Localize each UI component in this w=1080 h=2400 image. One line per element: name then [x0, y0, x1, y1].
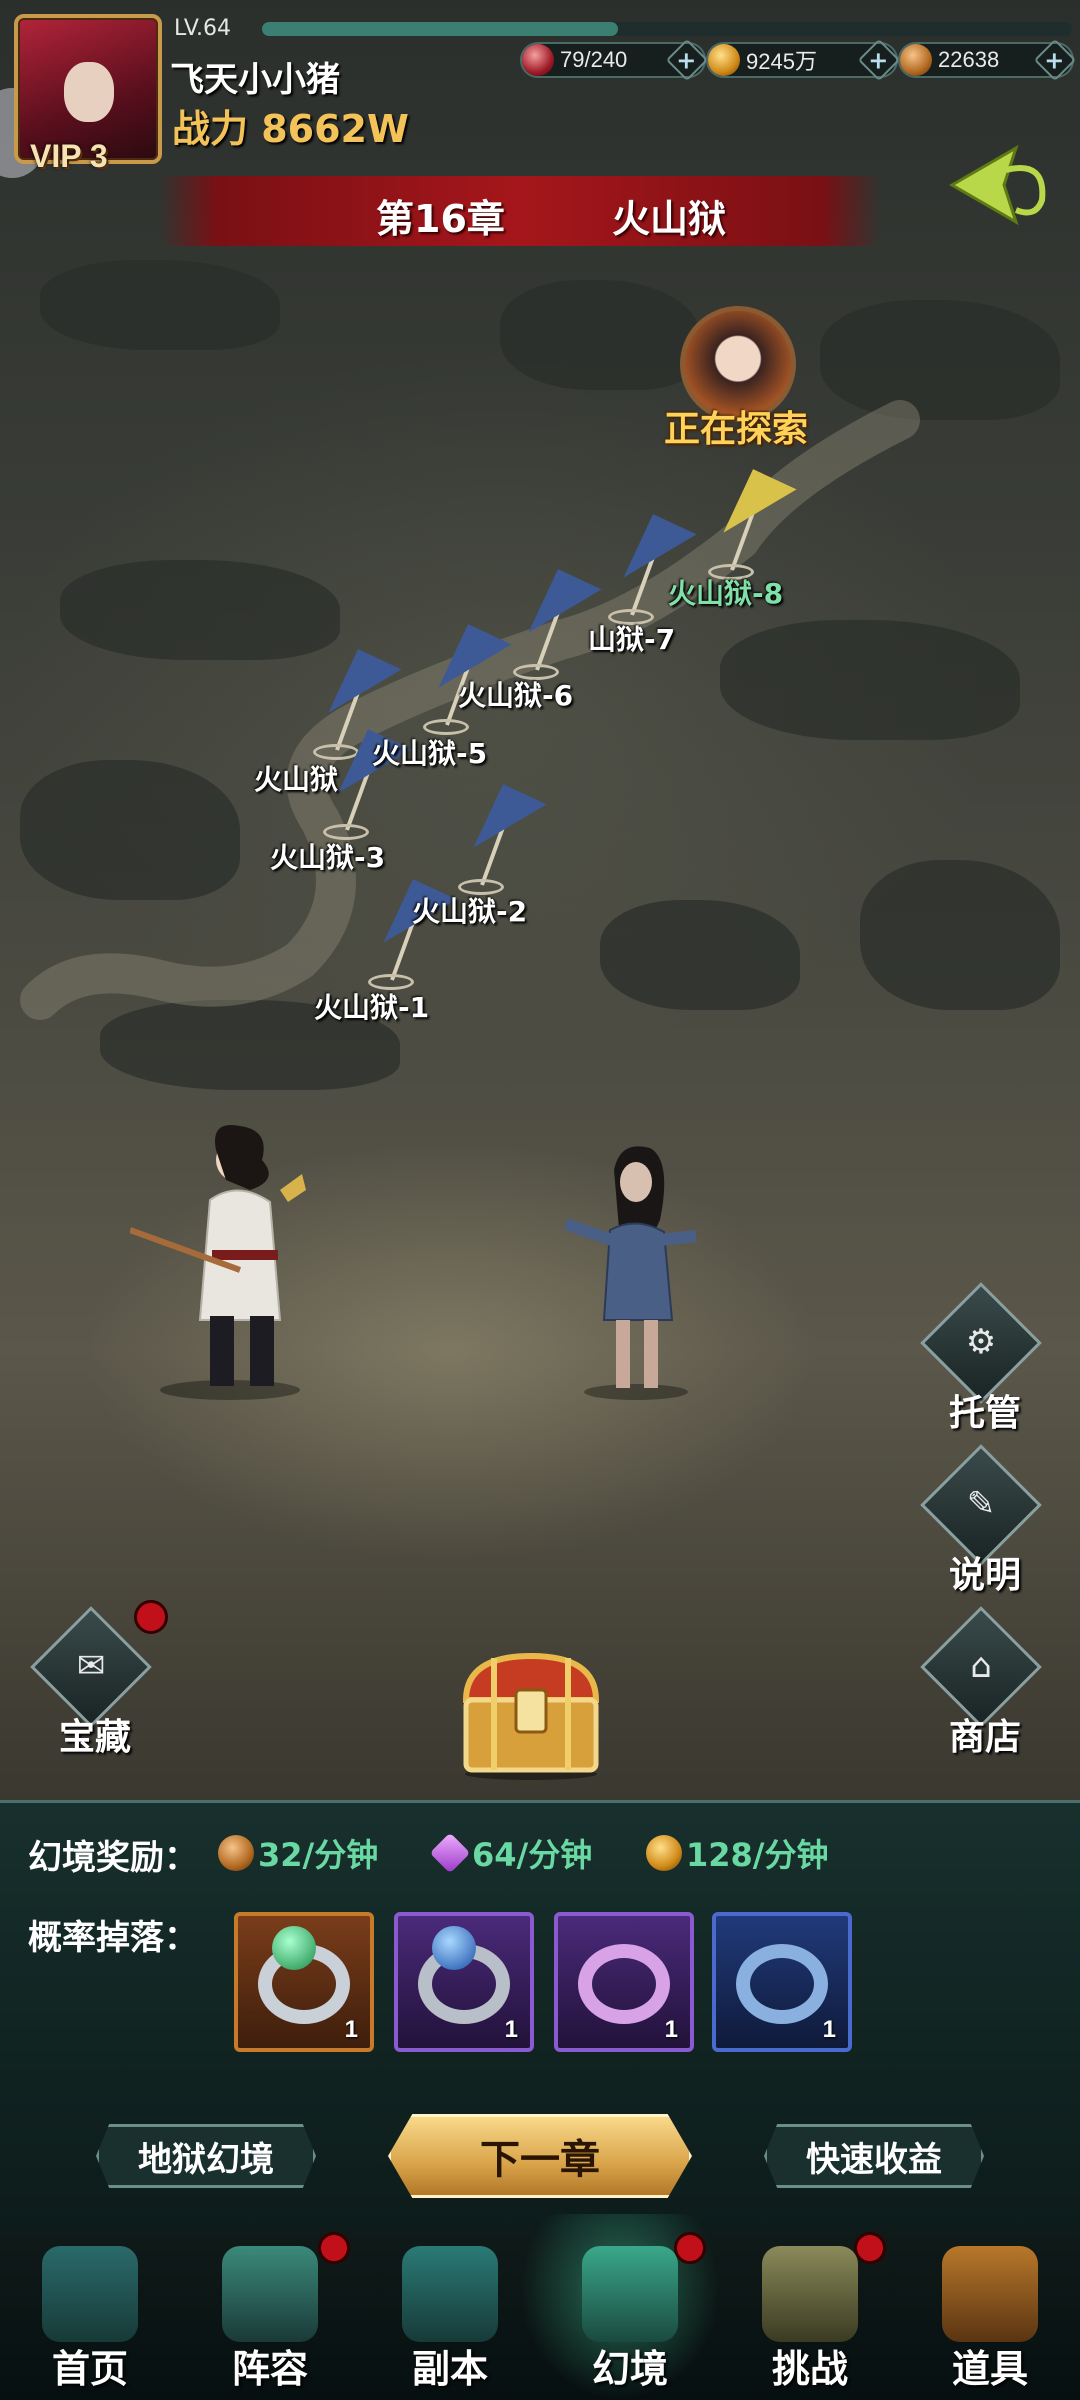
nav-items[interactable]: 道具: [900, 2230, 1080, 2400]
vip-badge: VIP 3: [30, 138, 108, 174]
drop-item-jade-ring[interactable]: 1: [234, 1912, 374, 2052]
stage-label-6[interactable]: 火山狱-6: [458, 674, 573, 714]
nav-dungeon-label: 副本: [411, 2347, 488, 2391]
stamina-icon: [522, 44, 554, 76]
stage-label-8[interactable]: 火山狱-8: [668, 572, 783, 612]
stage-label-1[interactable]: 火山狱-1: [314, 986, 429, 1026]
gold-rate-value: 128/分钟: [686, 1836, 829, 1874]
copper-rate: 32/分钟: [218, 1830, 378, 1876]
treasure-label: 宝藏: [58, 1717, 131, 1758]
item-count: 1: [504, 2016, 518, 2043]
enemy-character: [564, 1146, 697, 1400]
drop-label: 概率掉落：: [28, 1918, 198, 1958]
info-label: 说明: [948, 1555, 1021, 1596]
info-button[interactable]: ✎ 说明: [920, 1444, 1050, 1612]
nav-lineup-dot: [318, 2232, 350, 2264]
combat-power: 战力 8662W: [172, 107, 409, 151]
shop-stall-icon: ⌂: [970, 1646, 992, 1686]
nav-illusion-dot: [674, 2232, 706, 2264]
nav-challenge-label: 挑战: [771, 2347, 848, 2391]
exploring-status: 正在探索: [664, 409, 809, 450]
xp-bar: [262, 22, 1072, 36]
copper-counter: 22638 +: [898, 38, 1077, 82]
stage-label-3[interactable]: 火山狱-3: [270, 836, 385, 876]
crystal-rate: 64/分钟: [429, 1830, 593, 1876]
pavilion-icon: [42, 2246, 138, 2342]
nav-home-label: 首页: [51, 2347, 128, 2391]
shop-button[interactable]: ⌂ 商店: [920, 1606, 1050, 1774]
item-count: 1: [822, 2016, 836, 2043]
copper-value: 22638: [938, 47, 1000, 72]
treasure-chest-icon[interactable]: [454, 1650, 608, 1780]
auto-battle-button[interactable]: ⚙ 托管: [920, 1282, 1050, 1450]
stage-label-5[interactable]: 火山狱-5: [372, 732, 487, 772]
avatar-face: [64, 62, 114, 122]
treasure-notification-dot: [134, 1600, 168, 1634]
drop-item-sapphire-ring[interactable]: 1: [394, 1912, 534, 2052]
treasure-map-icon: ✉: [76, 1646, 106, 1686]
player-level: LV.64: [174, 16, 232, 41]
purple-crystal-icon: [429, 1832, 471, 1874]
stamina-value: 79/240: [560, 47, 628, 72]
reward-label: 幻境奖励：: [28, 1838, 198, 1878]
next-chapter-button[interactable]: 下一章: [388, 2114, 692, 2198]
shop-label: 商店: [948, 1717, 1021, 1758]
copper-rate-value: 32/分钟: [258, 1836, 379, 1874]
gold-counter: 9245万 +: [706, 38, 901, 82]
notebook-icon: ✎: [966, 1484, 996, 1524]
book-icon: [222, 2246, 318, 2342]
map-scene: [0, 0, 1080, 1800]
nav-illusion-label: 幻境: [591, 2347, 668, 2391]
nav-lineup-label: 阵容: [231, 2347, 308, 2391]
nav-home[interactable]: 首页: [0, 2230, 180, 2400]
hero-character: [130, 1125, 306, 1400]
xp-bar-fill: [262, 22, 619, 36]
nav-illusion[interactable]: 幻境: [540, 2230, 720, 2400]
crystal-rate-value: 64/分钟: [472, 1836, 593, 1874]
stage-label-4[interactable]: 火山狱: [254, 758, 338, 798]
gold-coin-icon: [708, 44, 740, 76]
scroll-icon: [762, 2246, 858, 2342]
gold-value: 9245万: [746, 49, 817, 74]
drop-item-purple-band[interactable]: 1: [554, 1912, 694, 2052]
sword-icon: [402, 2246, 498, 2342]
item-count: 1: [344, 2016, 358, 2043]
chapter-name: 火山狱: [612, 197, 727, 241]
back-arrow-icon[interactable]: [946, 140, 1056, 230]
gold-rate: 128/分钟: [646, 1830, 829, 1876]
nav-items-label: 道具: [951, 2347, 1028, 2391]
nav-challenge-dot: [854, 2232, 886, 2264]
auto-battle-label: 托管: [948, 1393, 1021, 1434]
nav-lineup[interactable]: 阵容: [180, 2230, 360, 2400]
hell-illusion-button[interactable]: 地狱幻境: [96, 2124, 316, 2188]
drop-item-blue-band[interactable]: 1: [712, 1912, 852, 2052]
gold-coin-icon: [646, 1835, 682, 1871]
player-name: 飞天小小猪: [170, 60, 340, 100]
chapter-banner: [160, 176, 880, 246]
robot-icon: ⚙: [965, 1322, 997, 1362]
stamina-counter: 79/240 +: [520, 38, 709, 82]
pouch-icon: [942, 2246, 1038, 2342]
copper-coin-icon: [218, 1835, 254, 1871]
treasure-button[interactable]: ✉ 宝藏: [30, 1606, 160, 1774]
chapter-number: 第16章: [376, 197, 505, 241]
copper-coin-icon: [900, 44, 932, 76]
stage-label-2[interactable]: 火山狱-2: [412, 890, 527, 930]
item-count: 1: [664, 2016, 678, 2043]
nav-dungeon[interactable]: 副本: [360, 2230, 540, 2400]
crossed-swords-icon: [582, 2246, 678, 2342]
quick-earnings-button[interactable]: 快速收益: [764, 2124, 984, 2188]
stage-label-7[interactable]: 山狱-7: [588, 618, 675, 658]
nav-challenge[interactable]: 挑战: [720, 2230, 900, 2400]
